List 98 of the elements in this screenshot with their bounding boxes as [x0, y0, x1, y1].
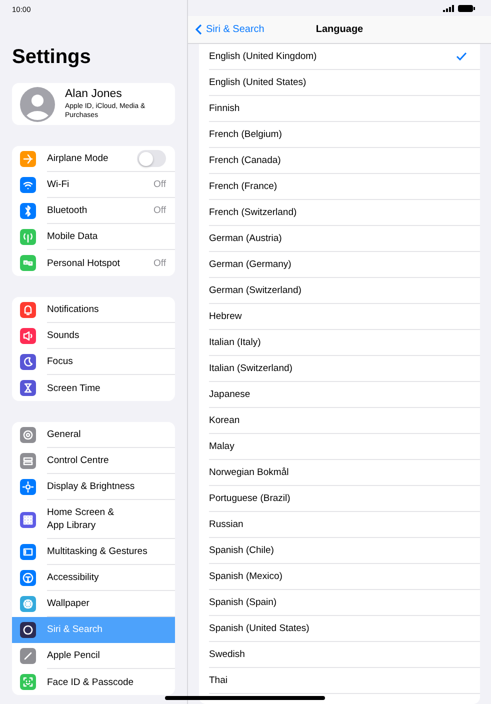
item-label: Personal Hotspot [47, 256, 120, 270]
language-option[interactable]: English (United States) [209, 70, 480, 96]
settings-item[interactable]: Home Screen & App Library [12, 500, 175, 539]
language-label: Malay [209, 440, 234, 452]
profile-name: Alan Jones [65, 88, 123, 100]
language-option[interactable]: Thai [209, 668, 480, 694]
item-label: Bluetooth [47, 204, 88, 218]
item-label: Siri & Search [47, 623, 102, 637]
settings-item[interactable]: Wi-Fi Off [12, 172, 175, 198]
settings-item[interactable]: Airplane Mode [12, 146, 175, 172]
language-option[interactable]: Russian [209, 512, 480, 538]
language-label: Norwegian Bokmål [209, 466, 289, 478]
language-label: Spanish (Spain) [209, 596, 277, 608]
language-option[interactable]: Korean [209, 408, 480, 434]
language-option[interactable]: Portuguese (Brazil) [209, 486, 480, 512]
battery-icon [458, 5, 475, 12]
settings-item[interactable]: Multitasking & Gestures [12, 539, 175, 565]
language-label: German (Austria) [209, 232, 282, 244]
language-option[interactable]: Italian (Switzerland) [209, 356, 480, 382]
language-label: Italian (Switzerland) [209, 362, 292, 374]
language-label: Spanish (Mexico) [209, 570, 282, 582]
language-option[interactable]: French (Switzerland) [209, 200, 480, 226]
language-option[interactable]: Finnish [209, 96, 480, 122]
item-value: Off [154, 205, 166, 216]
language-option[interactable]: French (France) [209, 174, 480, 200]
language-label: Finnish [209, 102, 240, 114]
item-label: Focus [47, 355, 73, 369]
settings-item[interactable]: Sounds [12, 323, 175, 349]
back-button[interactable]: Siri & Search [188, 24, 264, 35]
language-option[interactable]: German (Austria) [209, 226, 480, 252]
item-label: Mobile Data [47, 230, 98, 244]
language-option[interactable]: German (Germany) [209, 252, 480, 278]
item-label: Wallpaper [47, 597, 90, 611]
settings-item[interactable]: Control Centre [12, 448, 175, 474]
item-label: General [47, 428, 81, 442]
language-option[interactable]: German (Switzerland) [209, 278, 480, 304]
language-option[interactable]: Spanish (United States) [209, 616, 480, 642]
language-label: German (Switzerland) [209, 284, 302, 296]
item-label: Airplane Mode [47, 152, 108, 166]
language-label: French (Belgium) [209, 128, 282, 140]
item-value: Off [154, 179, 166, 190]
item-label: Face ID & Passcode [47, 676, 134, 690]
item-label: Multitasking & Gestures [47, 545, 148, 559]
settings-item[interactable]: Personal Hotspot Off [12, 250, 175, 276]
settings-item[interactable]: Mobile Data [12, 224, 175, 250]
item-value: Off [154, 258, 166, 268]
settings-item[interactable]: General [12, 422, 175, 448]
signal-icon [443, 5, 455, 12]
chevron-left-icon [195, 24, 202, 35]
settings-item[interactable]: Apple Pencil [12, 643, 175, 669]
avatar-icon [20, 86, 55, 122]
language-label: French (Switzerland) [209, 206, 297, 218]
language-option[interactable]: French (Belgium) [209, 122, 480, 148]
language-option[interactable]: Malay [209, 434, 480, 460]
language-label: Korean [209, 414, 240, 426]
item-label: Screen Time [47, 382, 100, 396]
language-option[interactable]: Spanish (Mexico) [209, 564, 480, 590]
language-option[interactable]: Italian (Italy) [209, 330, 480, 356]
language-label: French (France) [209, 180, 278, 192]
settings-item[interactable]: Focus [12, 349, 175, 375]
language-label: English (United Kingdom) [209, 50, 317, 62]
language-label: English (United States) [209, 76, 306, 88]
language-label: Spanish (Chile) [209, 544, 274, 556]
item-label: Home Screen & App Library [47, 506, 116, 533]
language-label: Spanish (United States) [209, 622, 310, 634]
settings-item[interactable]: Notifications [12, 297, 175, 323]
item-label: Sounds [47, 329, 80, 343]
language-option[interactable]: Swedish [209, 642, 480, 668]
item-label: Control Centre [47, 454, 109, 468]
settings-title: Settings [12, 45, 92, 69]
language-label: Hebrew [209, 310, 242, 322]
language-label: Thai [209, 674, 228, 686]
language-option[interactable]: English (United Kingdom) [209, 44, 480, 70]
language-option[interactable]: Hebrew [209, 304, 480, 330]
language-option[interactable]: French (Canada) [209, 148, 480, 174]
language-option[interactable]: Japanese [209, 382, 480, 408]
page-title: Language [316, 24, 364, 35]
settings-item[interactable]: Bluetooth Off [12, 198, 175, 224]
language-label: Portuguese (Brazil) [209, 492, 290, 504]
language-label: Japanese [209, 388, 250, 400]
item-label: Display & Brightness [47, 480, 135, 494]
language-label: French (Canada) [209, 154, 281, 166]
settings-item[interactable]: Face ID & Passcode [12, 669, 175, 695]
settings-item[interactable]: Screen Time [12, 375, 175, 401]
language-label: Swedish [209, 648, 245, 660]
language-label: Italian (Italy) [209, 336, 261, 348]
language-label: German (Germany) [209, 258, 292, 270]
toggle-switch[interactable] [137, 150, 166, 167]
settings-item[interactable]: Display & Brightness [12, 474, 175, 500]
language-label: Russian [209, 518, 244, 530]
item-label: Apple Pencil [47, 649, 100, 663]
language-option[interactable]: Spanish (Spain) [209, 590, 480, 616]
item-label: Wi-Fi [47, 178, 70, 192]
item-label: Notifications [47, 303, 99, 317]
language-option[interactable]: Spanish (Chile) [209, 538, 480, 564]
language-option[interactable]: Norwegian Bokmål [209, 460, 480, 486]
item-label: Accessibility [47, 571, 99, 585]
settings-item[interactable]: Accessibility [12, 565, 175, 591]
